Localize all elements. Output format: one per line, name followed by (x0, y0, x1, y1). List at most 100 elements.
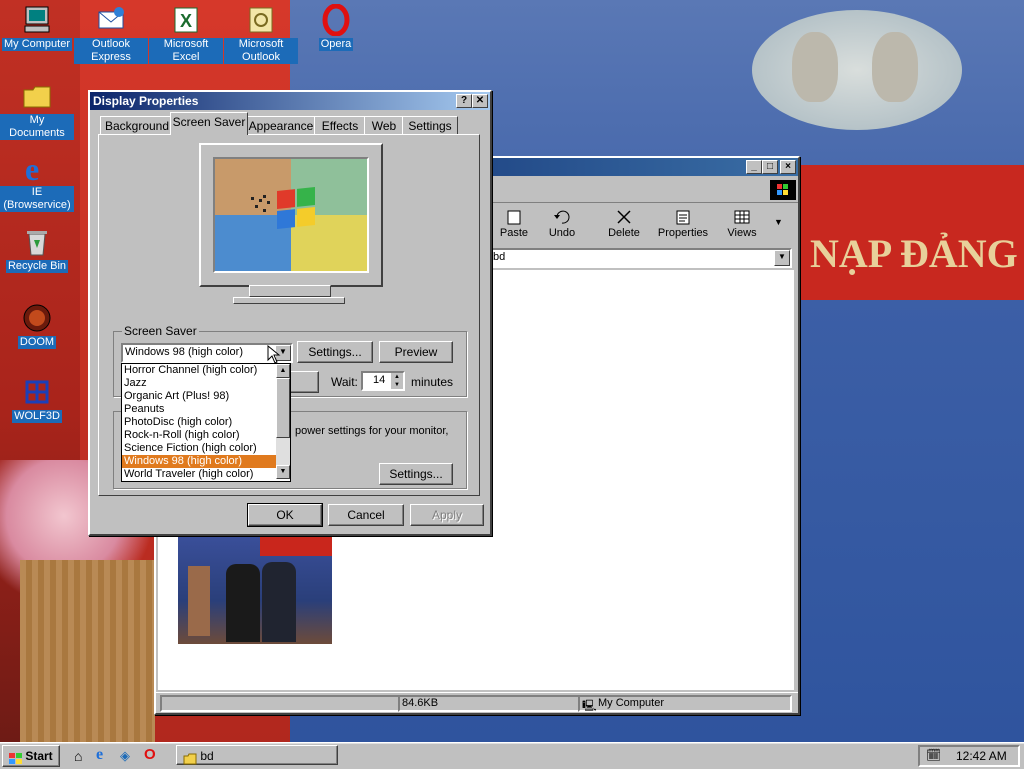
windows-logo-icon (9, 751, 23, 764)
scheduler-icon[interactable]: 🗓 (926, 748, 941, 762)
desktop-icon-recycle-bin[interactable]: Recycle Bin (0, 226, 74, 273)
tab-settings[interactable]: Settings (402, 116, 458, 135)
channels-icon[interactable]: ◈ (120, 748, 130, 764)
toolbar-delete[interactable]: Delete (596, 205, 652, 245)
toolbar-properties[interactable]: Properties (652, 205, 714, 245)
dropdown-option[interactable]: Organic Art (Plus! 98) (122, 390, 276, 403)
outlook-express-icon (95, 4, 127, 36)
desktop-quicklaunch-icon[interactable]: ⌂ (74, 748, 82, 764)
dropdown-items: Horror Channel (high color) Jazz Organic A… (122, 364, 276, 481)
computer-icon (21, 4, 53, 36)
start-button[interactable]: Start (2, 745, 60, 767)
dropdown-option[interactable]: Windows 98 (high color) (122, 455, 276, 468)
start-label: Start (25, 749, 53, 763)
dropdown-option[interactable]: PhotoDisc (high color) (122, 416, 276, 429)
cancel-button[interactable]: Cancel (328, 504, 404, 526)
close-button[interactable]: ✕ (472, 94, 488, 108)
outlook-icon (245, 4, 277, 36)
desktop-icon-label: IE (Browservice) (0, 186, 74, 212)
monitor-base (233, 297, 345, 304)
delete-icon (615, 209, 633, 225)
minimize-button[interactable]: _ (746, 160, 762, 174)
thumbnail-banner (260, 536, 332, 556)
address-bar[interactable]: \bd ▼ (486, 248, 792, 268)
screensaver-settings-button[interactable]: Settings... (297, 341, 373, 363)
desktop-icon-opera[interactable]: Opera (299, 3, 373, 51)
status-pane-1 (160, 695, 400, 712)
taskbar-task-bd[interactable]: bd (176, 745, 338, 765)
desktop-icon-doom[interactable]: DOOM (0, 302, 74, 349)
scroll-thumb[interactable] (276, 378, 290, 438)
desktop-icon-wolf3d[interactable]: WOLF3D (0, 376, 74, 423)
doom-icon (21, 302, 53, 334)
desktop-icon-label: WOLF3D (12, 410, 62, 423)
tab-screen-saver[interactable]: Screen Saver (170, 112, 248, 135)
wait-value: 14 (373, 374, 386, 386)
desktop-icon-excel[interactable]: X Microsoft Excel (149, 4, 223, 64)
views-dropdown-arrow-icon[interactable]: ▼ (774, 217, 783, 227)
dialog-titlebar[interactable]: Display Properties ? ✕ (90, 92, 490, 110)
group-title: Screen Saver (122, 324, 199, 338)
task-label: bd (200, 749, 214, 763)
banner-text: NẠP ĐẢNG (810, 231, 1018, 276)
thumbnail-person (262, 562, 296, 642)
desktop-icon-label: DOOM (17, 336, 57, 349)
preview-button[interactable]: Preview (379, 341, 453, 363)
toolbar-undo[interactable]: Undo (534, 205, 590, 245)
taskbar: Start ⌂ e ◈ O bd 🗓 12:42 AM (0, 742, 1024, 769)
explorer-toolbar: Paste Undo Delete Properties Views ▼ (486, 205, 796, 245)
display-properties-dialog[interactable]: Display Properties ? ✕ Background Screen… (88, 90, 492, 536)
dropdown-scrollbar[interactable]: ▲ ▼ (276, 364, 290, 479)
screensaver-dropdown-list[interactable]: Horror Channel (high color) Jazz Organic A… (121, 363, 291, 482)
quick-launch: ⌂ e ◈ O (66, 746, 166, 766)
tab-appearance[interactable]: Appearance (246, 116, 316, 135)
toolbar-label: Delete (608, 227, 640, 239)
dialog-title: Display Properties (93, 94, 199, 108)
wallpaper-banner: NẠP ĐẢNG (800, 165, 1024, 300)
dropdown-option[interactable]: Horror Channel (high color) (122, 364, 276, 377)
dropdown-option[interactable]: World Traveler (high color) (122, 468, 276, 481)
tab-effects[interactable]: Effects (314, 116, 366, 135)
clock[interactable]: 12:42 AM (956, 749, 1007, 763)
ok-button[interactable]: OK (247, 503, 323, 527)
scroll-up-arrow-icon[interactable]: ▲ (276, 364, 290, 378)
dropdown-option[interactable]: Jazz (122, 377, 276, 390)
tab-web[interactable]: Web (364, 116, 404, 135)
screensaver-select-value: Windows 98 (high color) (125, 346, 243, 358)
monitor-preview (199, 143, 383, 287)
desktop-icon-ie[interactable]: e IE (Browservice) (0, 151, 74, 212)
help-button[interactable]: ? (456, 94, 472, 108)
internet-explorer-icon[interactable]: e (96, 746, 103, 764)
power-text: power settings for your monitor, (295, 425, 449, 437)
folder-icon (183, 751, 197, 765)
dropdown-option[interactable]: Science Fiction (high color) (122, 442, 276, 455)
svg-text:X: X (180, 11, 192, 31)
toolbar-views[interactable]: Views (714, 205, 770, 245)
desktop-icon-my-documents[interactable]: My Documents (0, 80, 74, 140)
spinner-arrows-icon[interactable]: ▲ ▼ (391, 373, 403, 389)
desktop-icon-my-computer[interactable]: My Computer (0, 4, 74, 51)
apply-button: Apply (410, 504, 484, 526)
desktop-icon-outlook[interactable]: Microsoft Outlook (224, 4, 298, 64)
wait-spinner[interactable]: 14 ▲ ▼ (361, 371, 405, 391)
scroll-down-arrow-icon[interactable]: ▼ (276, 465, 290, 479)
close-button[interactable]: × (780, 160, 796, 174)
desktop-icon-outlook-express[interactable]: Outlook Express (74, 4, 148, 64)
dropdown-option[interactable]: Rock-n-Roll (high color) (122, 429, 276, 442)
tab-background[interactable]: Background (100, 116, 174, 135)
toolbar-label: Properties (657, 227, 709, 239)
opera-icon[interactable]: O (144, 746, 156, 763)
maximize-button[interactable]: □ (762, 160, 778, 174)
mouse-pointer-icon (267, 345, 281, 364)
status-zone-text: My Computer (598, 697, 665, 709)
address-dropdown-button[interactable]: ▼ (774, 250, 790, 266)
properties-icon (674, 209, 692, 225)
power-settings-button[interactable]: Settings... (379, 463, 453, 485)
computer-icon: 🖳 (582, 700, 597, 712)
dropdown-option[interactable]: Peanuts (122, 403, 276, 416)
address-value: \bd (490, 251, 506, 263)
toolbar-label: Paste (499, 227, 529, 239)
system-tray: 🗓 12:42 AM (918, 745, 1020, 767)
thumbnail-person (226, 564, 260, 642)
photo-thumbnail[interactable] (178, 536, 332, 644)
